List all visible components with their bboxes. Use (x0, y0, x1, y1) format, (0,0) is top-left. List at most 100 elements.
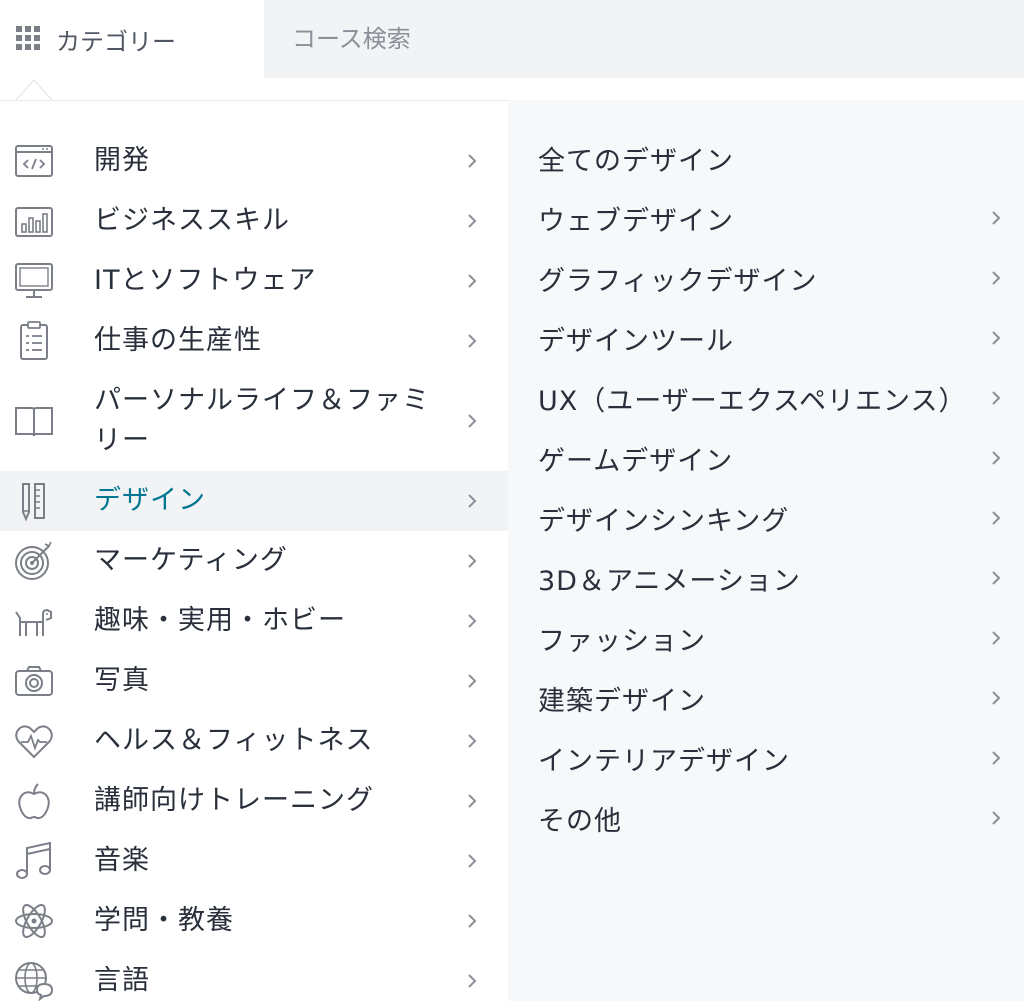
chevron-right-icon (468, 274, 477, 288)
category-label: ITとソフトウェア (94, 265, 317, 296)
search-box (264, 0, 1024, 78)
category-item-teacher-training[interactable]: 講師向けトレーニング (0, 771, 508, 831)
ruler-pencil-icon (12, 479, 56, 523)
subcategory-item-design-tools[interactable]: デザインツール (508, 308, 1024, 368)
subcategory-item-fashion[interactable]: ファッション (508, 608, 1024, 668)
chevron-right-icon (992, 811, 1001, 825)
grid-icon (16, 26, 42, 52)
subcategory-item-web-design[interactable]: ウェブデザイン (508, 188, 1024, 248)
category-item-photography[interactable]: 写真 (0, 651, 508, 711)
category-label: 趣味・実用・ホビー (94, 605, 346, 636)
subcategory-label: グラフィックデザイン (538, 265, 818, 297)
chevron-right-icon (468, 214, 477, 228)
category-item-health-fitness[interactable]: ヘルス＆フィットネス (0, 711, 508, 771)
chevron-right-icon (468, 914, 477, 928)
header-bar: カテゴリー (0, 0, 1024, 78)
subcategory-item-design-thinking[interactable]: デザインシンキング (508, 488, 1024, 548)
camera-icon (12, 659, 56, 703)
category-item-productivity[interactable]: 仕事の生産性 (0, 311, 508, 371)
category-item-business[interactable]: ビジネススキル (0, 191, 508, 251)
dropdown-caret (16, 79, 52, 100)
subcategory-item-ux[interactable]: UX（ユーザーエクスペリエンス） (508, 368, 1024, 428)
chevron-right-icon (992, 271, 1001, 285)
chevron-right-icon (468, 974, 477, 988)
chevron-right-icon (468, 154, 477, 168)
music-note-icon (12, 839, 56, 883)
category-list: 開発 ビジネススキル ITとソフトウェア 仕事の生産性 パーソナルライフ＆ファミ… (0, 100, 508, 1001)
chevron-right-icon (992, 451, 1001, 465)
category-label: ヘルス＆フィットネス (94, 725, 374, 756)
target-icon (12, 539, 56, 583)
category-menu-label: カテゴリー (56, 27, 176, 56)
globe-chat-icon (12, 959, 56, 1001)
category-item-development[interactable]: 開発 (0, 131, 508, 191)
chevron-right-icon (992, 211, 1001, 225)
chevron-right-icon (468, 794, 477, 808)
code-window-icon (12, 139, 56, 183)
subcategory-item-graphic-design[interactable]: グラフィックデザイン (508, 248, 1024, 308)
category-item-language[interactable]: 言語 (0, 951, 508, 1001)
monitor-icon (12, 259, 56, 303)
chevron-right-icon (992, 691, 1001, 705)
chevron-right-icon (468, 414, 477, 428)
chevron-right-icon (468, 614, 477, 628)
subcategory-label: 建築デザイン (538, 685, 706, 717)
subcategory-label: ゲームデザイン (538, 445, 734, 477)
category-item-music[interactable]: 音楽 (0, 831, 508, 891)
category-label: 講師向けトレーニング (94, 785, 374, 816)
subcategory-item-interior-design[interactable]: インテリアデザイン (508, 728, 1024, 788)
category-item-marketing[interactable]: マーケティング (0, 531, 508, 591)
subcategory-list: 全てのデザイン ウェブデザイン グラフィックデザイン デザインツール UX（ユー… (508, 100, 1024, 1001)
subcategory-label: UX（ユーザーエクスペリエンス） (538, 385, 967, 417)
dog-icon (12, 599, 56, 643)
chevron-right-icon (468, 854, 477, 868)
subcategory-item-other[interactable]: その他 (508, 788, 1024, 848)
chevron-right-icon (992, 751, 1001, 765)
chevron-right-icon (468, 734, 477, 748)
category-item-academics[interactable]: 学問・教養 (0, 891, 508, 951)
open-book-icon (12, 399, 56, 443)
chevron-right-icon (992, 331, 1001, 345)
app-root: カテゴリー 開発 ビジネススキル ITとソフトウェア (0, 0, 1024, 1001)
category-label: マーケティング (94, 545, 288, 576)
chevron-right-icon (992, 631, 1001, 645)
subcategory-label: その他 (538, 805, 622, 837)
subcategory-label: ウェブデザイン (538, 205, 734, 237)
chevron-right-icon (468, 674, 477, 688)
clipboard-icon (12, 319, 56, 363)
subcategory-label: 3D＆アニメーション (538, 565, 801, 597)
subcategory-item-3d-animation[interactable]: 3D＆アニメーション (508, 548, 1024, 608)
chevron-right-icon (468, 334, 477, 348)
subcategory-label: ファッション (538, 625, 706, 657)
subcategory-item-all-design[interactable]: 全てのデザイン (508, 128, 1024, 188)
chevron-right-icon (468, 494, 477, 508)
chevron-right-icon (992, 391, 1001, 405)
category-label: デザイン (94, 485, 206, 516)
category-item-personal-life[interactable]: パーソナルライフ＆ファミ リー (0, 371, 508, 471)
category-label: 音楽 (94, 845, 150, 876)
subcategory-label: デザインツール (538, 325, 734, 357)
heart-pulse-icon (12, 719, 56, 763)
subcategory-label: デザインシンキング (538, 505, 790, 537)
category-item-it-software[interactable]: ITとソフトウェア (0, 251, 508, 311)
subcategory-item-game-design[interactable]: ゲームデザイン (508, 428, 1024, 488)
category-label: 学問・教養 (94, 905, 234, 936)
category-label: 仕事の生産性 (94, 325, 262, 356)
category-label: 言語 (94, 965, 150, 996)
subcategory-label: インテリアデザイン (538, 745, 790, 777)
apple-icon (12, 779, 56, 823)
category-label: 開発 (94, 145, 150, 176)
category-label: パーソナルライフ＆ファミ (94, 385, 430, 416)
category-item-design[interactable]: デザイン (0, 471, 508, 531)
category-menu-button[interactable]: カテゴリー (0, 0, 264, 78)
atom-icon (12, 899, 56, 943)
chevron-right-icon (992, 571, 1001, 585)
chevron-right-icon (992, 511, 1001, 525)
search-input[interactable] (292, 25, 992, 53)
category-item-hobbies[interactable]: 趣味・実用・ホビー (0, 591, 508, 651)
chevron-right-icon (468, 554, 477, 568)
subcategory-label: 全てのデザイン (538, 145, 734, 177)
category-label-line2: リー (94, 425, 150, 456)
category-label: 写真 (94, 665, 150, 696)
subcategory-item-architecture[interactable]: 建築デザイン (508, 668, 1024, 728)
